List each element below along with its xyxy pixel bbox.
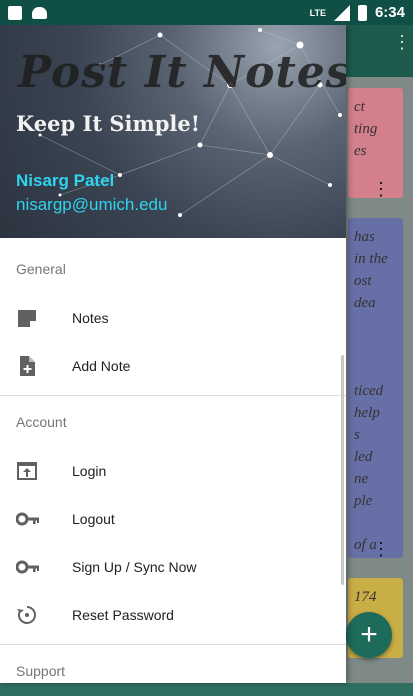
key-icon [0, 507, 72, 531]
note-icon [0, 306, 72, 330]
menu-item-reset-password[interactable]: Reset Password [0, 591, 346, 639]
section-title-general: General [16, 261, 66, 277]
android-icon [32, 6, 47, 19]
section-divider [0, 395, 346, 396]
sd-card-icon [8, 5, 22, 20]
menu-item-logout[interactable]: Logout [0, 495, 346, 543]
section-title-account: Account [16, 414, 67, 430]
signal-icon [333, 4, 350, 21]
add-note-fab[interactable]: + [346, 612, 392, 658]
menu-item-label: Add Note [72, 358, 131, 374]
user-email: nisargp@umich.edu [16, 195, 168, 214]
note-card[interactable]: ct ting es ⋮ [348, 88, 403, 198]
drawer-scrollbar[interactable] [341, 355, 344, 585]
app-title: Post It Notes [18, 47, 346, 98]
user-name: Nisarg Patel [16, 171, 115, 190]
note-text: ct ting es [354, 99, 378, 159]
key-icon [0, 555, 72, 579]
note-card[interactable]: has in the ost dea ticed help s led ne p… [348, 218, 403, 558]
menu-item-label: Reset Password [72, 607, 174, 623]
overflow-menu-icon[interactable]: ⋮ [393, 33, 411, 51]
navigation-drawer: Post It Notes Keep It Simple! Nisarg Pat… [0, 25, 346, 683]
app-subtitle: Keep It Simple! [16, 111, 200, 136]
note-menu-icon[interactable]: ⋮ [372, 180, 390, 198]
reset-icon [0, 603, 72, 627]
status-bar: LTE 6:34 [0, 0, 413, 25]
login-icon [0, 459, 72, 483]
section-divider [0, 644, 346, 645]
section-title-support: Support [16, 663, 66, 679]
menu-item-label: Login [72, 463, 107, 479]
menu-item-login[interactable]: Login [0, 447, 346, 495]
note-text: 174 [354, 589, 377, 605]
clock: 6:34 [374, 4, 405, 21]
drawer-header: Post It Notes Keep It Simple! Nisarg Pat… [0, 25, 346, 238]
note-text: has in the ost dea ticed help s led ne p… [354, 229, 388, 553]
battery-icon [357, 4, 367, 21]
menu-item-label: Notes [72, 310, 109, 326]
menu-item-add-note[interactable]: Add Note [0, 342, 346, 390]
add-note-icon [0, 354, 72, 378]
note-menu-icon[interactable]: ⋮ [372, 540, 390, 558]
menu-item-label: Sign Up / Sync Now [72, 559, 197, 575]
menu-item-notes[interactable]: Notes [0, 294, 346, 342]
menu-item-sign-up-sync[interactable]: Sign Up / Sync Now [0, 543, 346, 591]
network-type: LTE [309, 7, 326, 18]
menu-item-label: Logout [72, 511, 115, 527]
